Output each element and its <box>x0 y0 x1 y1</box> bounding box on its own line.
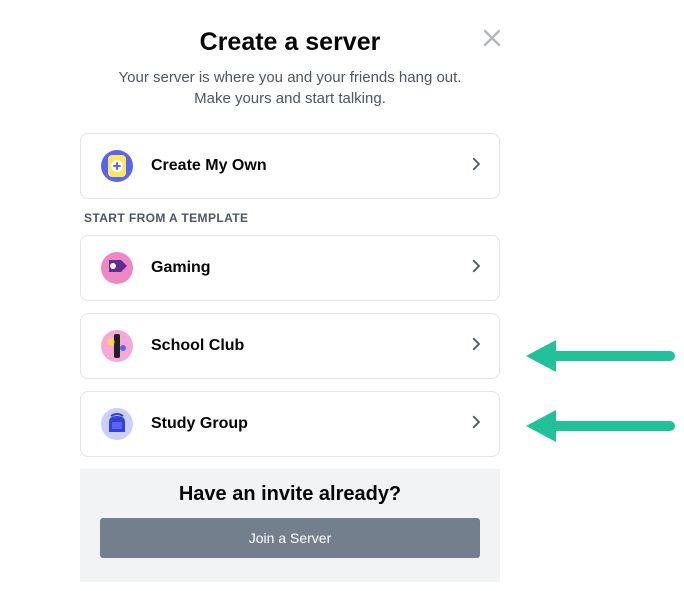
template-option-school-club[interactable]: School Club <box>80 313 500 379</box>
modal-subtitle: Your server is where you and your friend… <box>106 67 474 109</box>
study-group-icon <box>95 402 139 446</box>
annotation-arrow-school-club <box>520 334 680 378</box>
option-label: Gaming <box>151 259 467 277</box>
close-icon <box>480 26 504 50</box>
footer-title: Have an invite already? <box>80 483 500 506</box>
template-section-header: START FROM A TEMPLATE <box>84 211 500 225</box>
options-list: Create My Own START FROM A TEMPLATE Gami… <box>80 133 500 457</box>
option-label: Study Group <box>151 415 467 433</box>
modal-title: Create a server <box>80 28 500 57</box>
annotation-arrow-study-group <box>520 404 680 448</box>
create-server-modal: Create a server Your server is where you… <box>80 10 500 582</box>
chevron-right-icon <box>467 335 485 358</box>
chevron-right-icon <box>467 257 485 280</box>
template-option-study-group[interactable]: Study Group <box>80 391 500 457</box>
invite-footer: Have an invite already? Join a Server <box>80 469 500 582</box>
template-option-gaming[interactable]: Gaming <box>80 235 500 301</box>
close-button[interactable] <box>480 26 504 55</box>
school-club-icon <box>95 324 139 368</box>
gaming-icon <box>95 246 139 290</box>
create-own-icon <box>95 144 139 188</box>
option-label: Create My Own <box>151 157 467 175</box>
option-create-own[interactable]: Create My Own <box>80 133 500 199</box>
option-label: School Club <box>151 337 467 355</box>
join-server-button[interactable]: Join a Server <box>100 518 480 558</box>
chevron-right-icon <box>467 413 485 436</box>
chevron-right-icon <box>467 155 485 178</box>
